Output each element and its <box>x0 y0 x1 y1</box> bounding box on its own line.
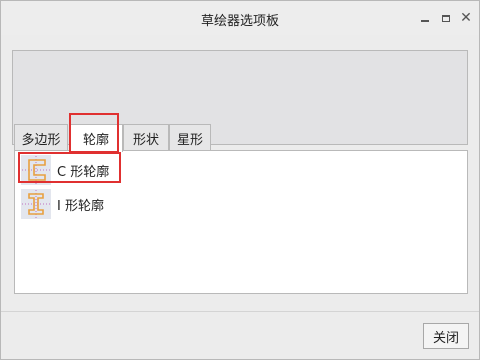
c-profile-icon <box>21 155 51 185</box>
minimize-button[interactable] <box>417 9 433 27</box>
close-window-button[interactable]: ✕ <box>458 9 474 27</box>
i-profile-icon <box>21 189 51 219</box>
list-item-label: C 形轮廓 <box>57 164 110 180</box>
close-icon: ✕ <box>460 10 472 26</box>
minimize-icon <box>421 20 429 22</box>
list-item-c-profile[interactable]: C 形轮廓 <box>21 155 109 185</box>
list-item-label: I 形轮廓 <box>57 198 104 214</box>
close-button[interactable]: 关闭 <box>423 323 469 349</box>
shape-list: C 形轮廓 I 形轮廓 <box>14 150 468 294</box>
footer-divider <box>1 311 479 312</box>
tab-profile[interactable]: 轮廓 <box>69 124 123 152</box>
title-bar: 草绘器选项板 ✕ <box>1 1 479 35</box>
tab-star[interactable]: 星形 <box>169 124 211 151</box>
list-item-i-profile[interactable]: I 形轮廓 <box>21 189 104 219</box>
sketcher-palette-dialog: 草绘器选项板 ✕ 多边形 轮廓 形状 星形 C 形轮廓 I 形轮廓 关闭 <box>0 0 480 360</box>
window-title: 草绘器选项板 <box>200 14 279 29</box>
maximize-button[interactable] <box>438 9 454 27</box>
maximize-icon <box>442 14 450 22</box>
tab-polygon[interactable]: 多边形 <box>14 124 68 151</box>
tab-shape[interactable]: 形状 <box>123 124 169 151</box>
